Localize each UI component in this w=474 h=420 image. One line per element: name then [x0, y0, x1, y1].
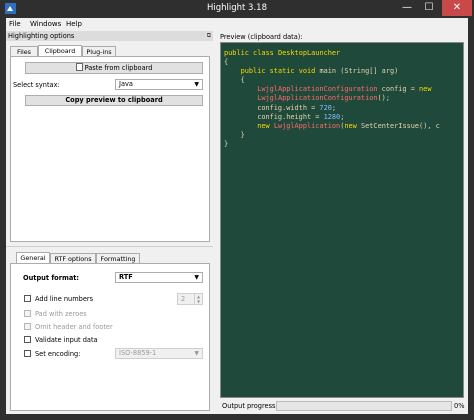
code-token: ; [331, 103, 337, 112]
tab-clipboard[interactable]: Clipboard [38, 45, 82, 56]
syntax-value: Java [119, 80, 133, 88]
validate-input-checkbox[interactable] [24, 336, 31, 343]
pane-splitter[interactable] [6, 246, 213, 247]
encoding-value: ISO-8859-1 [119, 349, 157, 357]
set-encoding-label: Set encoding: [35, 350, 81, 358]
code-line: } [224, 140, 440, 149]
code-token: public [224, 49, 254, 57]
validate-input-label: Validate input data [35, 336, 98, 344]
code-token: new [257, 121, 274, 130]
code-token: static [269, 67, 299, 76]
client-area: File Windows Help Highlighting options ⧉… [6, 18, 468, 414]
title-bar: Highlight 3.18 — ☐ ✕ [0, 0, 474, 18]
preview-pane: Preview (clipboard data): public class D… [218, 31, 468, 414]
omit-header-label: Omit header and footer [35, 323, 113, 331]
menu-windows[interactable]: Windows [30, 20, 61, 28]
output-format-select[interactable]: RTF ▼ [115, 272, 203, 283]
code-line: { [224, 76, 440, 85]
float-icon[interactable]: ⧉ [207, 31, 211, 41]
code-line: config.width = 720; [224, 104, 440, 113]
pad-zeroes-label: Pad with zeroes [35, 310, 87, 318]
code-line: new LwjglApplication(new SetCenterIssue(… [224, 122, 440, 131]
syntax-label: Select syntax: [13, 81, 60, 89]
tab-general[interactable]: General [16, 252, 50, 263]
code-token: void [298, 67, 320, 76]
tab-plugins[interactable]: Plug-ins [82, 46, 116, 56]
code-token: main (String[] arg) [319, 67, 399, 76]
preview-editor[interactable]: public class DesktopLauncher{ public sta… [220, 42, 464, 398]
options-pane: Files Clipboard Plug-ins Paste from clip… [6, 42, 213, 414]
code-token: (); [377, 94, 390, 103]
code-token: } [224, 130, 245, 139]
code-token: } [224, 139, 229, 148]
code-token: { [224, 76, 245, 85]
code-token: 720 [319, 103, 332, 112]
code-token: public [240, 67, 270, 76]
code-token: { [224, 58, 229, 67]
tab-files[interactable]: Files [10, 46, 38, 56]
dropdown-arrow-icon: ▼ [194, 274, 199, 281]
code-line: LwjglApplicationConfiguration config = n… [224, 85, 440, 94]
code-token: new [419, 85, 432, 94]
progress-label: Output progress: [222, 402, 278, 410]
minimize-icon[interactable]: — [396, 0, 418, 16]
code-token: 1280 [323, 112, 341, 121]
line-numbers-label: Add line numbers [35, 295, 94, 303]
dropdown-arrow-icon: ▼ [194, 81, 199, 88]
code-token: DesktopLauncher [277, 49, 341, 57]
code-token: config = [377, 85, 420, 94]
code-token: SetCenterIssue(), c [360, 121, 440, 130]
code-token: new [344, 121, 361, 130]
code-line: LwjglApplicationConfiguration(); [224, 94, 440, 103]
code-token: class [253, 49, 278, 57]
code-line: { [224, 58, 440, 67]
output-progress-bar [276, 401, 452, 411]
code-token: LwjglApplicationConfiguration [257, 94, 378, 103]
spin-arrows-icon[interactable]: ▲ ▼ [194, 294, 202, 304]
line-numbers-spinbox[interactable]: 2 ▲ ▼ [177, 293, 203, 305]
main-window: Highlight 3.18 — ☐ ✕ File Windows Help H… [0, 0, 474, 420]
line-numbers-value: 2 [181, 295, 186, 303]
pad-zeroes-checkbox[interactable] [24, 310, 31, 317]
code-line: public static void main (String[] arg) [224, 67, 440, 76]
output-format-label: Output format: [23, 274, 80, 282]
omit-header-checkbox[interactable] [24, 323, 31, 330]
code-token: config.height = [224, 112, 324, 121]
progress-percent: 0% [454, 402, 465, 410]
code-line: config.height = 1280; [224, 113, 440, 122]
menu-bar: File Windows Help [6, 18, 468, 30]
code-preview: public class DesktopLauncher{ public sta… [224, 49, 440, 149]
menu-help[interactable]: Help [66, 20, 82, 28]
paste-label: Paste from clipboard [84, 64, 153, 72]
tab-formatting[interactable]: Formatting [96, 253, 140, 263]
preview-label: Preview (clipboard data): [220, 33, 303, 41]
tab-rtf-options[interactable]: RTF options [50, 253, 96, 263]
set-encoding-checkbox[interactable] [24, 350, 31, 357]
output-format-value: RTF [119, 273, 133, 281]
code-line: public class DesktopLauncher [224, 49, 440, 58]
code-token: config.width = [224, 103, 320, 112]
dock-title: Highlighting options ⧉ [6, 31, 213, 41]
dock-title-text: Highlighting options [8, 32, 75, 40]
close-icon[interactable]: ✕ [442, 0, 472, 16]
code-token: ; [340, 112, 345, 121]
dropdown-arrow-icon: ▼ [194, 350, 199, 357]
clipboard-panel: Paste from clipboard Select syntax: Java… [10, 56, 210, 242]
code-line: } [224, 131, 440, 140]
line-numbers-checkbox[interactable] [24, 295, 31, 302]
syntax-select[interactable]: Java ▼ [115, 79, 203, 90]
general-panel: Output format: RTF ▼ Add line numbers 2 … [10, 263, 210, 411]
code-token: LwjglApplicationConfiguration [257, 85, 378, 94]
copy-preview-button[interactable]: Copy preview to clipboard [25, 95, 203, 106]
paste-from-clipboard-button[interactable]: Paste from clipboard [25, 62, 203, 74]
encoding-select[interactable]: ISO-8859-1 ▼ [115, 348, 203, 359]
menu-file[interactable]: File [9, 20, 21, 28]
code-token: LwjglApplication [273, 121, 341, 130]
paste-icon [75, 63, 83, 71]
maximize-icon[interactable]: ☐ [418, 0, 440, 16]
